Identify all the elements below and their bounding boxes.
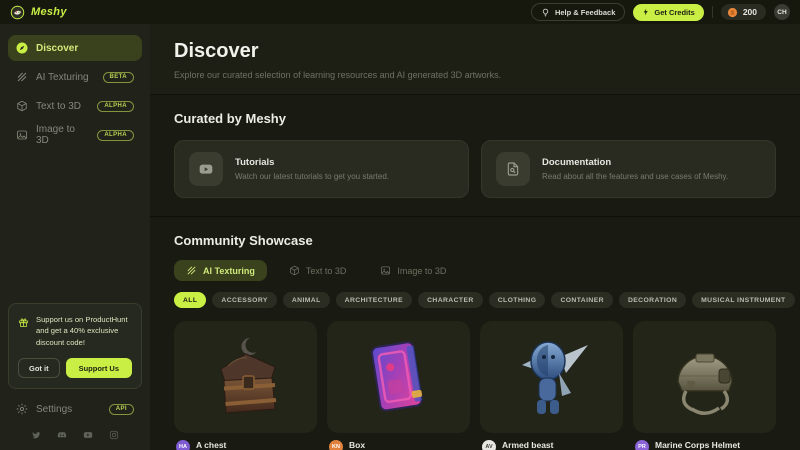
twitter-icon[interactable]	[31, 430, 41, 440]
sidebar-item-discover[interactable]: Discover	[8, 35, 142, 61]
image-icon	[16, 129, 28, 141]
tab-text-to-3d[interactable]: Text to 3D	[277, 260, 359, 281]
compass-icon	[16, 42, 28, 54]
api-badge: API	[109, 404, 134, 415]
texture-icon	[186, 265, 197, 276]
category-filters: ALL ACCESSORY ANIMAL ARCHITECTURE CHARACTER C…	[174, 292, 776, 308]
tab-ai-texturing[interactable]: AI Texturing	[174, 260, 267, 281]
filter-all[interactable]: ALL	[174, 292, 206, 308]
credits-balance[interactable]: 200	[721, 4, 766, 20]
model-thumbnail[interactable]	[174, 321, 317, 433]
support-text: Support us on ProductHunt and get a 40% …	[36, 314, 132, 349]
showcase-tabs: AI Texturing Text to 3D Image to 3D	[174, 260, 776, 281]
get-credits-button[interactable]: Get Credits	[633, 4, 703, 21]
lightning-icon	[642, 8, 650, 16]
topbar-divider	[712, 6, 713, 18]
help-feedback-label: Help & Feedback	[555, 8, 615, 17]
showcase-section: Community Showcase AI Texturing Text to 3…	[150, 217, 800, 450]
filter-architecture[interactable]: ARCHITECTURE	[336, 292, 412, 308]
page-header: Discover Explore our curated selection o…	[150, 24, 800, 95]
curated-heading: Curated by Meshy	[174, 111, 776, 126]
bulb-icon	[541, 8, 550, 17]
cube-icon	[16, 100, 28, 112]
curated-card-description: Read about all the features and use case…	[542, 172, 728, 181]
author-avatar[interactable]: PR	[635, 440, 649, 450]
alpha-badge: ALPHA	[97, 101, 134, 112]
model-title: A chest	[196, 440, 226, 450]
filter-musical-instrument[interactable]: MUSICAL INSTRUMENT	[692, 292, 794, 308]
meshy-logo-icon	[10, 5, 25, 20]
filter-accessory[interactable]: ACCESSORY	[212, 292, 276, 308]
cube-icon	[289, 265, 300, 276]
top-bar: Meshy Help & Feedback Get Credits 200 CH	[0, 0, 800, 24]
got-it-button[interactable]: Got it	[18, 358, 60, 378]
sidebar-item-ai-texturing[interactable]: AI Texturing BETA	[8, 64, 142, 90]
texture-icon	[16, 71, 28, 83]
settings-label: Settings	[36, 404, 72, 415]
social-links	[0, 421, 150, 444]
sidebar-item-image-to-3d[interactable]: Image to 3D ALPHA	[8, 122, 142, 148]
support-us-button[interactable]: Support Us	[66, 358, 132, 378]
gear-icon	[16, 403, 28, 415]
page-subtitle: Explore our curated selection of learnin…	[174, 70, 776, 80]
sidebar-item-label: Text to 3D	[36, 101, 81, 112]
tab-image-to-3d[interactable]: Image to 3D	[368, 260, 458, 281]
showcase-card-a-chest: HAA chestHannah	[174, 321, 317, 450]
meshy-logo[interactable]: Meshy	[10, 5, 67, 20]
play-icon	[189, 152, 223, 186]
logo-text: Meshy	[31, 6, 67, 18]
sidebar-item-text-to-3d[interactable]: Text to 3D ALPHA	[8, 93, 142, 119]
instagram-icon[interactable]	[109, 430, 119, 440]
curated-card-documentation[interactable]: Documentation Read about all the features…	[481, 140, 776, 198]
filter-animal[interactable]: ANIMAL	[283, 292, 330, 308]
sidebar-nav: DiscoverAI TexturingBETAText to 3DALPHAI…	[0, 24, 150, 151]
gift-icon	[18, 315, 29, 349]
tab-label: AI Texturing	[203, 266, 255, 276]
beta-badge: BETA	[103, 72, 135, 83]
tab-label: Image to 3D	[397, 266, 446, 276]
filter-decoration[interactable]: DECORATION	[619, 292, 686, 308]
discord-icon[interactable]	[57, 430, 67, 440]
help-feedback-button[interactable]: Help & Feedback	[531, 3, 625, 21]
model-thumbnail[interactable]	[480, 321, 623, 433]
page-title: Discover	[174, 40, 776, 63]
image-icon	[380, 265, 391, 276]
author-avatar[interactable]: AV	[482, 440, 496, 450]
curated-section: Curated by Meshy Tutorials Watch our late…	[150, 95, 800, 217]
showcase-card-armed-beast: AVArmed beastAvAR	[480, 321, 623, 450]
sidebar: DiscoverAI TexturingBETAText to 3DALPHAI…	[0, 24, 150, 450]
alpha-badge: ALPHA	[97, 130, 134, 141]
model-thumbnail[interactable]	[327, 321, 470, 433]
producthunt-support-card: Support us on ProductHunt and get a 40% …	[8, 303, 142, 389]
get-credits-label: Get Credits	[654, 8, 694, 17]
showcase-card-box: KNBoxKnight42	[327, 321, 470, 450]
filter-container[interactable]: CONTAINER	[551, 292, 613, 308]
model-title: Box	[349, 440, 379, 450]
youtube-icon[interactable]	[83, 430, 93, 440]
curated-card-title: Documentation	[542, 157, 728, 168]
coin-icon	[727, 7, 738, 18]
curated-card-tutorials[interactable]: Tutorials Watch our latest tutorials to g…	[174, 140, 469, 198]
showcase-card-marine-corps-helmet: PRMarine Corps HelmetProton	[633, 321, 776, 450]
showcase-heading: Community Showcase	[174, 233, 776, 248]
tab-label: Text to 3D	[306, 266, 347, 276]
author-avatar[interactable]: KN	[329, 440, 343, 450]
credits-count: 200	[743, 7, 757, 17]
showcase-grid: HAA chestHannahKNBoxKnight42AVArmed beas…	[174, 321, 776, 450]
user-avatar[interactable]: CH	[774, 4, 790, 20]
model-title: Marine Corps Helmet	[655, 440, 740, 450]
sidebar-item-label: Discover	[36, 43, 78, 54]
filter-clothing[interactable]: CLOTHING	[489, 292, 546, 308]
sidebar-item-label: AI Texturing	[36, 72, 89, 83]
sidebar-item-settings[interactable]: Settings API	[0, 397, 150, 421]
model-title: Armed beast	[502, 440, 554, 450]
filter-character[interactable]: CHARACTER	[418, 292, 483, 308]
curated-card-description: Watch our latest tutorials to get you st…	[235, 172, 389, 181]
model-thumbnail[interactable]	[633, 321, 776, 433]
document-icon	[496, 152, 530, 186]
main-content: Discover Explore our curated selection o…	[150, 24, 800, 450]
sidebar-item-label: Image to 3D	[36, 124, 89, 146]
author-avatar[interactable]: HA	[176, 440, 190, 450]
curated-card-title: Tutorials	[235, 157, 389, 168]
